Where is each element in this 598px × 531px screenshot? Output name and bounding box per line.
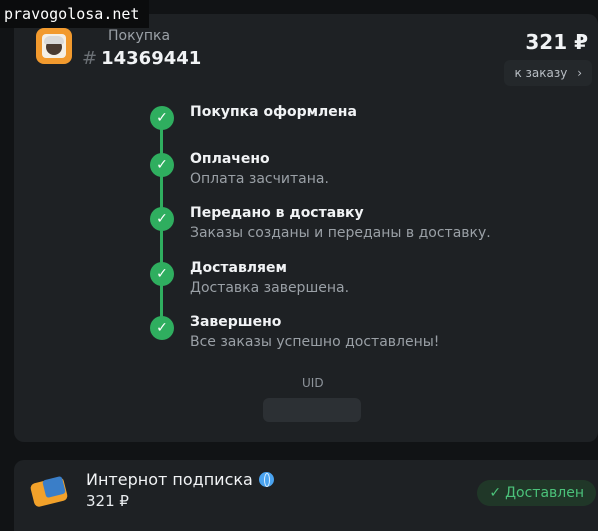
- app-logo-icon: [36, 28, 72, 64]
- check-circle-icon: ✓: [150, 262, 174, 286]
- item-product-icon: [29, 474, 70, 508]
- step-description: Все заказы успешно доставлены!: [190, 334, 440, 350]
- order-number: #14369441: [82, 48, 201, 69]
- step-description: Оплата засчитана.: [190, 171, 329, 187]
- step-title: Покупка оформлена: [190, 104, 357, 120]
- order-type-label: Покупка: [108, 28, 171, 44]
- step-title: Передано в доставку: [190, 205, 364, 221]
- order-card: Покупка #14369441 321 ₽ к заказу › ✓ Пок…: [14, 14, 598, 442]
- site-watermark: pravogolosa.net: [0, 0, 149, 28]
- to-order-button[interactable]: к заказу ›: [504, 60, 592, 86]
- hash-icon: #: [82, 48, 98, 69]
- chevron-right-icon: ›: [577, 66, 582, 80]
- globe-icon: [258, 472, 274, 487]
- status-label: Доставлен: [505, 485, 584, 501]
- step-title: Доставляем: [190, 260, 287, 276]
- uid-field[interactable]: [263, 398, 361, 422]
- check-circle-icon: ✓: [150, 316, 174, 340]
- item-name-label: Интернот подписка: [86, 470, 253, 489]
- step-title: Оплачено: [190, 151, 270, 167]
- uid-label: UID: [302, 376, 324, 390]
- step-title: Завершено: [190, 314, 282, 330]
- check-icon: ✓: [489, 485, 502, 501]
- order-number-value: 14369441: [101, 48, 202, 69]
- item-price: 321 ₽: [86, 492, 129, 510]
- check-circle-icon: ✓: [150, 207, 174, 231]
- item-name: Интернот подписка: [86, 470, 274, 489]
- step-description: Заказы созданы и переданы в доставку.: [190, 225, 491, 241]
- step-description: Доставка завершена.: [190, 280, 350, 296]
- order-price: 321 ₽: [525, 30, 588, 54]
- status-badge: ✓ Доставлен: [477, 480, 596, 506]
- check-circle-icon: ✓: [150, 106, 174, 130]
- to-order-label: к заказу: [514, 66, 568, 80]
- check-circle-icon: ✓: [150, 153, 174, 177]
- order-item-card[interactable]: Интернот подписка 321 ₽ ✓ Доставлен: [14, 460, 598, 531]
